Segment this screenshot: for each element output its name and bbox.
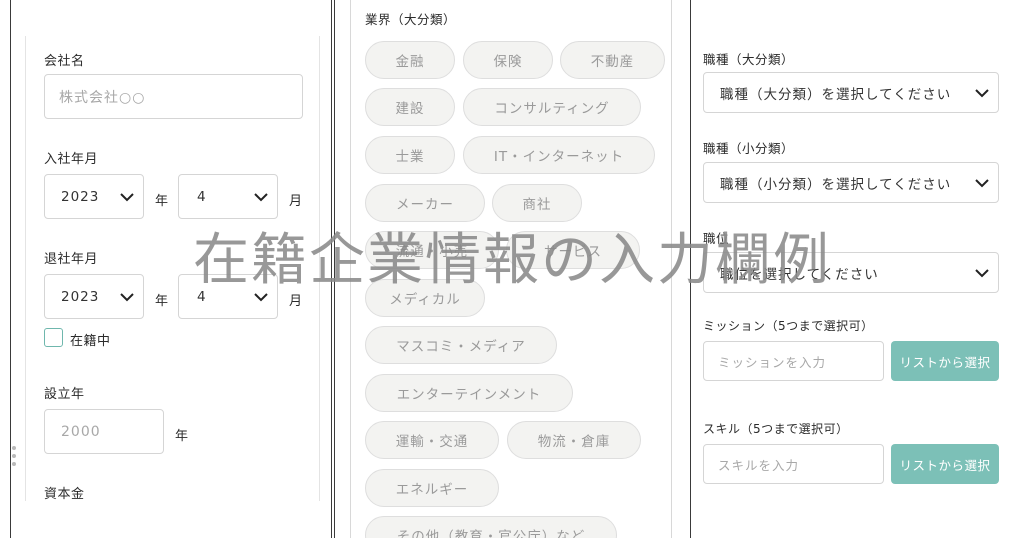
currently-employed-label: 在籍中 [70, 334, 111, 349]
join-year-select[interactable]: 2023 [44, 174, 144, 219]
job-major-label: 職種（大分類） [703, 52, 795, 67]
industry-label: 業界（大分類） [365, 12, 457, 27]
currently-employed-checkbox[interactable] [44, 328, 63, 347]
job-minor-label: 職種（小分類） [703, 141, 795, 156]
industry-chip[interactable]: 士業 [365, 136, 455, 174]
industry-chip[interactable]: その他（教育・官公庁）など [365, 516, 617, 538]
industry-chip[interactable]: マスコミ・メディア [365, 326, 557, 364]
industry-chip[interactable]: 建設 [365, 88, 455, 126]
leave-month-unit: 月 [289, 294, 303, 309]
industry-chip[interactable]: エンターテインメント [365, 374, 573, 412]
industry-chip[interactable]: サービス [506, 231, 640, 269]
leave-date-label: 退社年月 [44, 252, 99, 267]
industry-chip[interactable]: 保険 [463, 41, 553, 79]
leave-year-select[interactable]: 2023 [44, 274, 144, 319]
chevron-down-icon [120, 192, 134, 201]
chevron-down-icon [975, 178, 989, 187]
industry-chip[interactable]: 運輸・交通 [365, 421, 499, 459]
company-info-panel: 会社名 株式会社○○ 入社年月 2023 年 4 月 退社年月 2023 年 4… [10, 0, 332, 538]
industry-chip[interactable]: 金融 [365, 41, 455, 79]
drag-handle-dot[interactable] [12, 462, 16, 466]
industry-chip[interactable]: メーカー [365, 184, 485, 222]
leave-year-unit: 年 [155, 294, 169, 309]
founded-year-input[interactable]: 2000 [44, 409, 164, 454]
mission-input[interactable]: ミッションを入力 [703, 341, 884, 381]
skill-list-button[interactable]: リストから選択 [891, 444, 999, 484]
industry-chip[interactable]: コンサルティング [463, 88, 641, 126]
founded-year-placeholder: 2000 [61, 423, 101, 440]
join-year-value: 2023 [61, 188, 100, 205]
skill-input[interactable]: スキルを入力 [703, 444, 884, 484]
company-name-placeholder: 株式会社○○ [59, 89, 146, 106]
chevron-down-icon [120, 292, 134, 301]
join-month-unit: 月 [289, 194, 303, 209]
join-month-select[interactable]: 4 [178, 174, 278, 219]
drag-handle-dot[interactable] [12, 454, 16, 458]
industry-chip[interactable]: 流通・小売 [365, 231, 499, 269]
industry-chip[interactable]: エネルギー [365, 469, 499, 507]
company-form: 会社名 株式会社○○ 入社年月 2023 年 4 月 退社年月 2023 年 4… [25, 36, 320, 501]
job-major-value: 職種（大分類）を選択してください [720, 86, 952, 103]
mission-placeholder: ミッションを入力 [718, 354, 827, 370]
job-panel: 職種（大分類） 職種（大分類）を選択してください 職種（小分類） 職種（小分類）… [690, 0, 1024, 538]
drag-handle-dot[interactable] [12, 446, 16, 450]
chevron-down-icon [254, 192, 268, 201]
industry-panel: 業界（大分類） 金融 保険 不動産 建設 コンサルティング 士業 IT・インター… [334, 0, 690, 538]
job-minor-value: 職種（小分類）を選択してください [720, 176, 952, 193]
industry-chip[interactable]: 商社 [492, 184, 582, 222]
chevron-down-icon [975, 88, 989, 97]
job-major-select[interactable]: 職種（大分類）を選択してください [703, 72, 999, 113]
industry-form: 業界（大分類） 金融 保険 不動産 建設 コンサルティング 士業 IT・インター… [350, 0, 672, 538]
founded-year-unit: 年 [175, 429, 189, 444]
chevron-down-icon [254, 292, 268, 301]
skill-label: スキル（5つまで選択可） [703, 422, 849, 436]
leave-year-value: 2023 [61, 288, 100, 305]
chevron-down-icon [975, 268, 989, 277]
capital-label: 資本金 [44, 487, 85, 501]
job-minor-select[interactable]: 職種（小分類）を選択してください [703, 162, 999, 203]
company-name-label: 会社名 [44, 54, 85, 69]
mission-list-button[interactable]: リストから選択 [891, 341, 999, 381]
mission-label: ミッション（5つまで選択可） [703, 319, 874, 333]
industry-chip[interactable]: IT・インターネット [463, 136, 655, 174]
company-name-input[interactable]: 株式会社○○ [44, 74, 303, 119]
founded-year-label: 設立年 [44, 387, 85, 402]
leave-month-value: 4 [197, 288, 207, 305]
skill-placeholder: スキルを入力 [718, 457, 800, 473]
industry-chip[interactable]: 不動産 [560, 41, 665, 79]
industry-chip[interactable]: 物流・倉庫 [507, 421, 641, 459]
industry-chip[interactable]: メディカル [365, 279, 485, 317]
join-date-label: 入社年月 [44, 152, 99, 167]
position-value: 職位を選択してください [720, 266, 879, 283]
join-year-unit: 年 [155, 194, 169, 209]
position-label: 職位 [703, 231, 730, 246]
join-month-value: 4 [197, 188, 207, 205]
leave-month-select[interactable]: 4 [178, 274, 278, 319]
position-select[interactable]: 職位を選択してください [703, 252, 999, 293]
